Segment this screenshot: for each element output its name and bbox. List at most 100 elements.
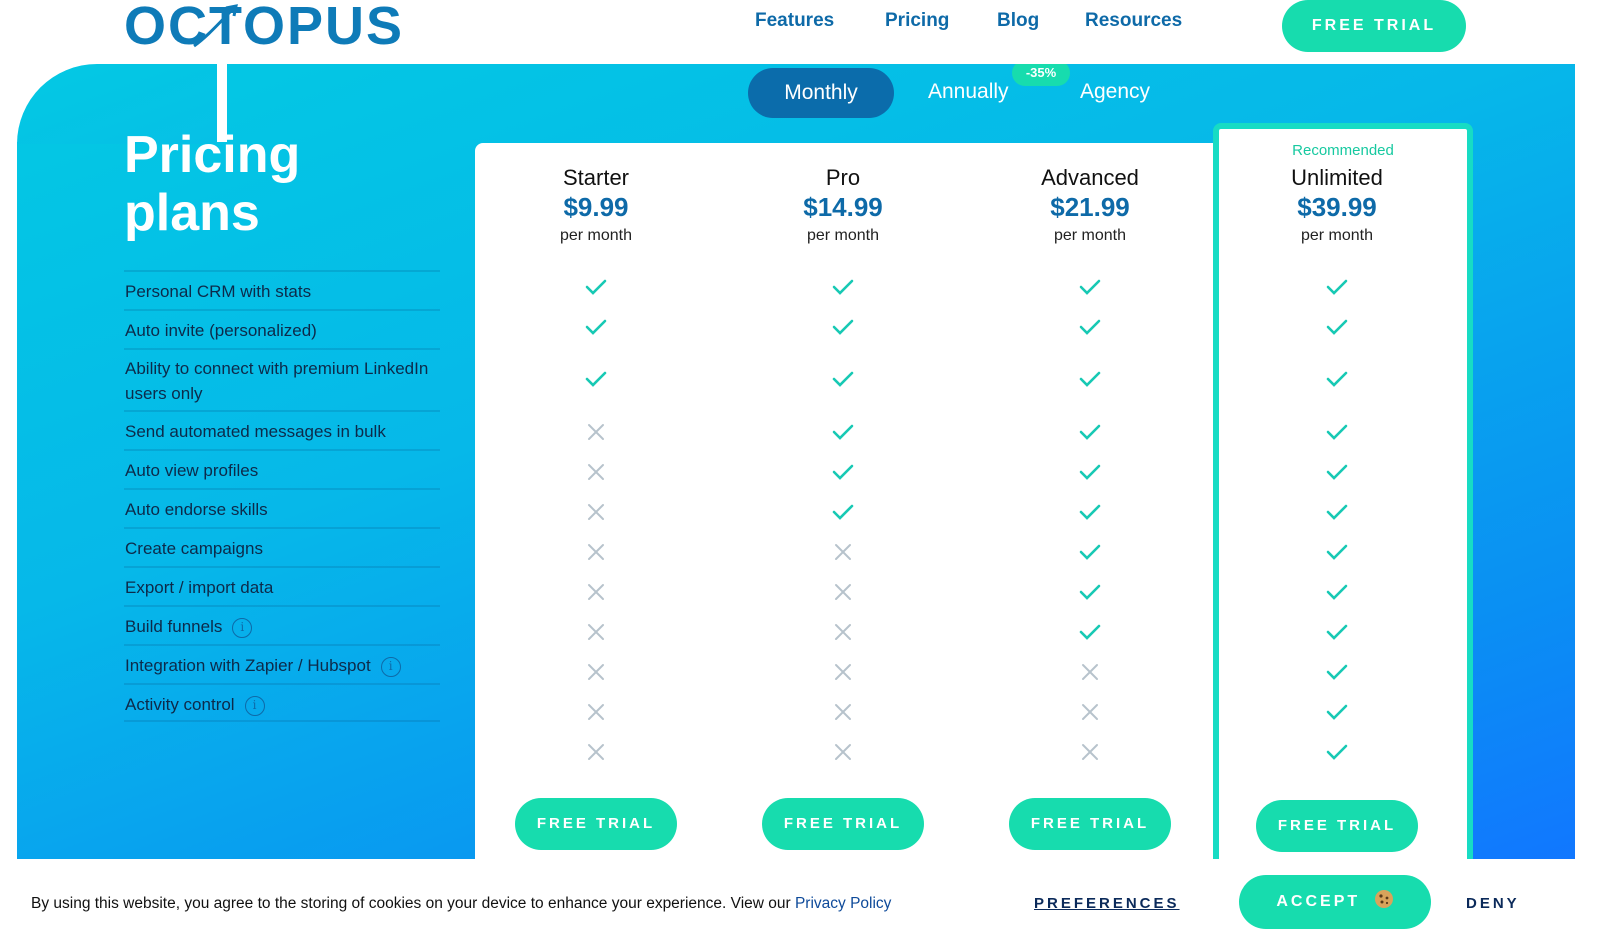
cookie-message-text: By using this website, you agree to the … <box>31 895 795 912</box>
info-icon[interactable]: i <box>380 656 401 677</box>
feature-row: Personal CRM with stats <box>124 270 440 309</box>
plan-header: Unlimited $39.99 per month <box>1237 164 1437 250</box>
check-icon <box>1079 504 1101 520</box>
check-icon <box>832 279 854 295</box>
feature-row: Auto endorse skills <box>124 488 440 527</box>
feature-label: Build funnels <box>125 617 223 636</box>
cross-icon <box>835 664 851 680</box>
check-icon <box>585 371 607 387</box>
plan-free-trial-button[interactable]: FREE TRIAL <box>762 798 924 850</box>
nav-blog[interactable]: Blog <box>997 10 1039 32</box>
check-icon <box>1079 371 1101 387</box>
cross-icon <box>588 624 604 640</box>
privacy-policy-link[interactable]: Privacy Policy <box>795 895 891 912</box>
cookie-accept-button[interactable]: ACCEPT <box>1239 875 1431 929</box>
recommended-label: Recommended <box>1292 142 1394 159</box>
feature-label: Personal CRM with stats <box>125 282 312 301</box>
check-icon <box>1079 279 1101 295</box>
site-header: OCTOPUS Features Pricing Blog Resources … <box>0 0 1600 64</box>
check-icon <box>1326 704 1348 720</box>
cookie-deny-button[interactable]: DENY <box>1466 895 1520 912</box>
feature-label: Export / import data <box>125 578 274 597</box>
check-icon <box>1326 624 1348 640</box>
cross-icon <box>588 704 604 720</box>
plan-price: $9.99 <box>563 192 629 222</box>
plan-period: per month <box>1300 227 1374 244</box>
plan-free-trial-button[interactable]: FREE TRIAL <box>1009 798 1171 850</box>
plan-name: Advanced <box>1041 165 1139 190</box>
feature-row: Integration with Zapier / Hubspot i <box>124 644 440 683</box>
feature-row: Activity control i <box>124 683 440 722</box>
plan-period: per month <box>806 227 880 244</box>
feature-list: Personal CRM with stats Auto invite (pers… <box>124 270 440 722</box>
plan-period: per month <box>1053 227 1127 244</box>
check-icon <box>585 279 607 295</box>
plan-name: Starter <box>562 165 630 190</box>
check-icon <box>1079 624 1101 640</box>
cross-icon <box>588 664 604 680</box>
toggle-annually[interactable]: Annually <box>928 80 1009 104</box>
feature-label: Ability to connect with premium LinkedIn… <box>125 359 429 403</box>
cross-icon <box>835 624 851 640</box>
cookie-preferences-button[interactable]: PREFERENCES <box>1034 895 1180 912</box>
check-icon <box>1326 424 1348 440</box>
cookie-banner: By using this website, you agree to the … <box>0 859 1600 934</box>
info-icon[interactable]: i <box>232 617 253 638</box>
toggle-monthly[interactable]: Monthly <box>748 68 894 118</box>
nav-features[interactable]: Features <box>755 10 834 32</box>
nav-resources[interactable]: Resources <box>1085 10 1182 32</box>
feature-row: Send automated messages in bulk <box>124 410 440 449</box>
plan-free-trial-button[interactable]: FREE TRIAL <box>515 798 677 850</box>
nav-pricing[interactable]: Pricing <box>885 10 949 32</box>
page-title: Pricing plans <box>124 126 301 242</box>
cross-icon <box>588 544 604 560</box>
cross-icon <box>835 744 851 760</box>
check-icon <box>1326 279 1348 295</box>
cross-icon <box>588 744 604 760</box>
logo[interactable]: OCTOPUS <box>124 0 404 53</box>
cross-icon <box>1082 704 1098 720</box>
plan-name: Pro <box>825 165 861 190</box>
left-gutter <box>0 64 17 859</box>
plan-header: Advanced $21.99 per month <box>990 164 1190 250</box>
plan-header: Starter $9.99 per month <box>496 164 696 250</box>
check-icon <box>1326 319 1348 335</box>
feature-row: Ability to connect with premium LinkedIn… <box>124 348 440 410</box>
check-icon <box>1326 371 1348 387</box>
feature-label: Create campaigns <box>125 539 263 558</box>
check-icon <box>1326 544 1348 560</box>
check-icon <box>832 371 854 387</box>
check-icon <box>1079 544 1101 560</box>
plan-name: Unlimited <box>1291 165 1383 190</box>
check-icon <box>832 319 854 335</box>
cross-icon <box>835 584 851 600</box>
info-icon[interactable]: i <box>244 695 265 716</box>
plan-price: $39.99 <box>1297 192 1377 222</box>
cookie-message: By using this website, you agree to the … <box>31 895 891 913</box>
feature-label: Integration with Zapier / Hubspot <box>125 656 371 675</box>
check-icon <box>1326 584 1348 600</box>
cookie-accept-label: ACCEPT <box>1276 893 1361 910</box>
check-icon <box>832 424 854 440</box>
check-icon <box>832 504 854 520</box>
feature-label: Send automated messages in bulk <box>125 422 386 441</box>
cross-icon <box>588 424 604 440</box>
cross-icon <box>588 504 604 520</box>
cross-icon <box>588 584 604 600</box>
toggle-agency[interactable]: Agency <box>1080 80 1150 104</box>
plan-period: per month <box>559 227 633 244</box>
plan-free-trial-button[interactable]: FREE TRIAL <box>1256 800 1418 852</box>
header-free-trial-button[interactable]: FREE TRIAL <box>1282 0 1466 52</box>
feature-row: Auto invite (personalized) <box>124 309 440 348</box>
cookie-icon <box>1374 890 1393 908</box>
cross-icon <box>588 464 604 480</box>
check-icon <box>1079 424 1101 440</box>
check-icon <box>1326 464 1348 480</box>
feature-label: Auto endorse skills <box>125 500 268 519</box>
check-icon <box>1326 504 1348 520</box>
feature-row: Auto view profiles <box>124 449 440 488</box>
cross-icon <box>835 704 851 720</box>
feature-row: Build funnels i <box>124 605 440 644</box>
cross-icon <box>1082 744 1098 760</box>
feature-label: Auto invite (personalized) <box>125 321 317 340</box>
